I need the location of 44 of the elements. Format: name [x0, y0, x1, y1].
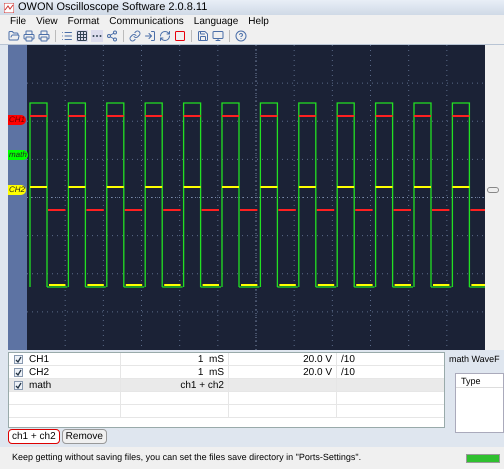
save-icon[interactable] [197, 30, 209, 42]
login-icon[interactable] [144, 30, 156, 42]
table-row[interactable]: CH1 1 mS 20.0 V /10 [9, 353, 444, 366]
table-cell-text: 20.0 V [303, 366, 332, 380]
folder-icon[interactable] [8, 30, 20, 42]
app-icon [4, 2, 14, 12]
link-icon[interactable] [129, 30, 141, 42]
menu-item[interactable]: File [10, 16, 26, 26]
scroll-handle[interactable] [487, 187, 499, 193]
channel-marker[interactable]: math [8, 150, 28, 160]
menu-item[interactable]: Language [194, 16, 238, 26]
dots-icon[interactable] [91, 30, 103, 42]
grid-icon[interactable] [76, 30, 88, 42]
status-text: Keep getting without saving files, you can set the files save directory in "Ports-Settings". [12, 451, 362, 464]
menu-item[interactable]: Communications [109, 16, 184, 26]
menu-item[interactable]: Format [68, 16, 100, 26]
printer-icon[interactable] [38, 30, 50, 42]
window-title: OWON Oscilloscope Software 2.0.8.11 [18, 0, 208, 16]
remove-button[interactable]: Remove [62, 429, 107, 444]
table-cell-text: math [29, 378, 52, 392]
expression-button[interactable]: ch1 + ch2 [8, 429, 60, 444]
checkbox[interactable] [14, 354, 23, 364]
checkbox[interactable] [14, 380, 23, 390]
table-cell-text: ch1 + ch2 [180, 378, 224, 392]
printer-icon[interactable] [23, 30, 35, 42]
stop-icon[interactable] [174, 30, 186, 42]
panel-title: math WaveF [449, 353, 501, 366]
table-cell-text: /10 [341, 366, 355, 380]
table-cell-text: 1 mS [198, 352, 224, 366]
refresh-icon[interactable] [159, 30, 171, 42]
column-header: Type [456, 374, 503, 388]
checkbox[interactable] [14, 368, 23, 376]
table-cell-text: CH2 [29, 366, 50, 380]
help-icon[interactable] [235, 30, 247, 42]
share-icon[interactable] [106, 30, 118, 42]
table-cell-text: CH1 [29, 352, 50, 366]
menu-item[interactable]: View [36, 16, 58, 26]
menu-item[interactable]: Help [248, 16, 269, 26]
table-cell-text: /10 [341, 352, 355, 366]
table-row[interactable]: math ch1 + ch2 [9, 379, 444, 392]
monitor-icon[interactable] [212, 30, 224, 42]
table-cell-text: 20.0 V [303, 352, 332, 366]
table-cell-text: 1 mS [198, 366, 224, 380]
channel-marker[interactable]: CH2 [8, 185, 26, 195]
